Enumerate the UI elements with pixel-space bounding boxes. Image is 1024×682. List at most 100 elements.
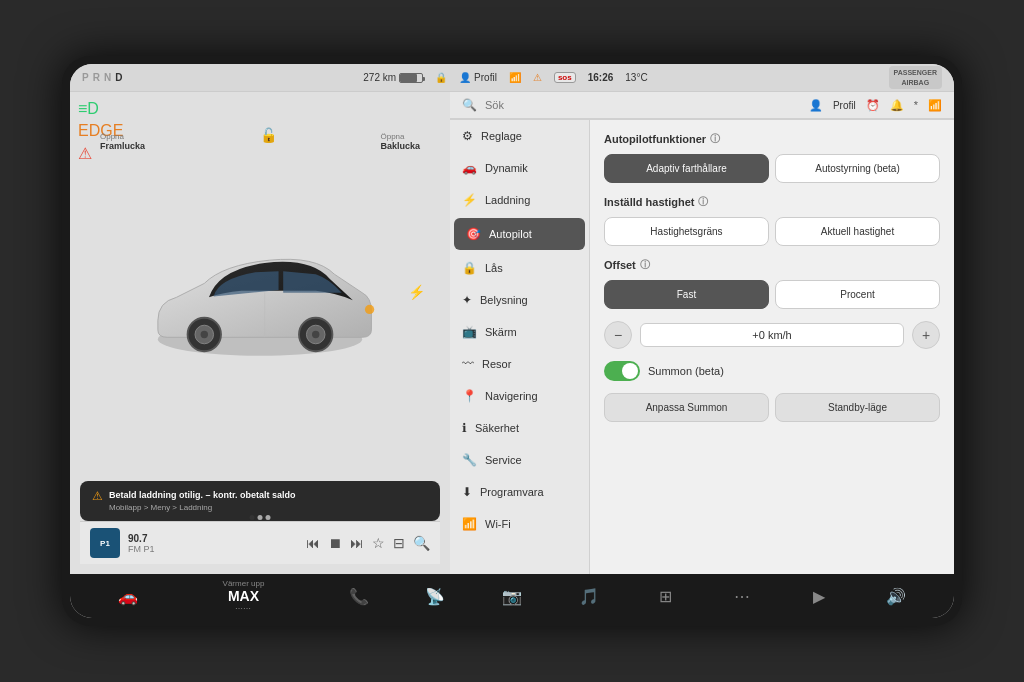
taskbar-play[interactable]: ▶	[781, 587, 858, 606]
standby-mode-button[interactable]: Standby-läge	[775, 393, 940, 422]
taskbar-dots[interactable]: ⋯	[704, 587, 781, 606]
favorite-button[interactable]: ☆	[372, 535, 385, 551]
laddning-icon: ⚡	[462, 193, 477, 207]
next-button[interactable]: ⏭	[350, 535, 364, 551]
autopilot-mode-group: Adaptiv farthållare Autostyrning (beta)	[604, 154, 940, 183]
autopilot-settings-content: Autopilotfunktioner ⓘ Adaptiv farthållar…	[590, 120, 954, 574]
profile-top-label[interactable]: Profil	[833, 100, 856, 111]
settings-container: 🔍 👤 Profil ⏰ 🔔 * 📶	[450, 92, 954, 574]
prev-button[interactable]: ⏮	[306, 535, 320, 551]
sakerhet-icon: ℹ	[462, 421, 467, 435]
lock-icon: 🔓	[260, 127, 277, 143]
status-right: PASSENGERAIRBAG	[889, 66, 942, 88]
offset-value: +0 km/h	[640, 323, 904, 347]
nav-item-wifi[interactable]: 📶 Wi-Fi	[450, 508, 589, 540]
nav-item-dynamik[interactable]: 🚗 Dynamik	[450, 152, 589, 184]
taskbar-phone[interactable]: 📞	[320, 587, 397, 606]
car-visual	[130, 222, 390, 382]
autopilot-info-icon[interactable]: ⓘ	[710, 132, 720, 146]
warning-icon: ⚠	[92, 489, 103, 503]
wifi-icon: 📶	[509, 72, 521, 83]
svg-point-6	[312, 330, 319, 337]
main-content: ≡D EDGE ⚠ Öppna Framlucka Öppna Baklucka…	[70, 92, 954, 574]
search-bar: 🔍 👤 Profil ⏰ 🔔 * 📶	[450, 92, 954, 119]
taskbar-music[interactable]: 🎵	[550, 587, 627, 606]
radio-logo: P1	[90, 528, 120, 558]
settings-body: ⚙ Reglage 🚗 Dynamik ⚡ Laddning	[450, 120, 954, 574]
status-bar: P R N D 272 km 🔒 👤 Profil 📶 ⚠ sos	[70, 64, 954, 92]
adaptive-cruise-button[interactable]: Adaptiv farthållare	[604, 154, 769, 183]
percent-offset-button[interactable]: Procent	[775, 280, 940, 309]
lock-status-icon: 🔒	[435, 72, 447, 83]
taskbar-grid[interactable]: ⊞	[627, 587, 704, 606]
media-info: 90.7 FM P1	[128, 533, 298, 554]
search-input[interactable]	[485, 99, 801, 111]
taskbar-car[interactable]: 🚗	[90, 587, 167, 606]
decrease-offset-button[interactable]: −	[604, 321, 632, 349]
nav-item-programvara[interactable]: ⬇ Programvara	[450, 476, 589, 508]
charge-icon: ⚡	[408, 284, 425, 300]
profile-button[interactable]: 👤 Profil	[459, 72, 497, 83]
nav-item-laddning[interactable]: ⚡ Laddning	[450, 184, 589, 216]
sos-badge[interactable]: sos	[554, 72, 576, 83]
nav-item-resor[interactable]: 〰 Resor	[450, 348, 589, 380]
summon-toggle[interactable]	[604, 361, 640, 381]
summon-toggle-row: Summon (beta)	[604, 361, 940, 381]
screen-inner: P R N D 272 km 🔒 👤 Profil 📶 ⚠ sos	[70, 64, 954, 618]
taskbar-volume[interactable]: 🔊	[857, 587, 934, 606]
svg-point-3	[201, 330, 208, 337]
status-center: 272 km 🔒 👤 Profil 📶 ⚠ sos 16:26 13°C	[130, 72, 880, 83]
summon-label: Summon (beta)	[648, 365, 724, 377]
nav-item-autopilot[interactable]: 🎯 Autopilot	[454, 218, 585, 250]
passenger-airbag-indicator: PASSENGERAIRBAG	[889, 66, 942, 88]
taskbar-climate[interactable]: Värmer upp MAX ⋯⋯	[167, 579, 320, 613]
las-icon: 🔒	[462, 261, 477, 275]
battery-indicator: 272 km	[363, 72, 423, 83]
wifi-top-icon: 📶	[928, 99, 942, 112]
dynamik-icon: 🚗	[462, 161, 477, 175]
speed-limit-button[interactable]: Hastighetsgräns	[604, 217, 769, 246]
left-turn-indicator: ≡D	[78, 100, 123, 118]
offset-info-icon[interactable]: ⓘ	[640, 258, 650, 272]
clock: 16:26	[588, 72, 614, 83]
taskbar-camera[interactable]: 📷	[474, 587, 551, 606]
programvara-icon: ⬇	[462, 485, 472, 499]
current-speed-button[interactable]: Aktuell hastighet	[775, 217, 940, 246]
warning-text: Betald laddning otilig. – kontr. obetalt…	[109, 489, 296, 513]
profile-top-icon: 👤	[809, 99, 823, 112]
speed-info-icon[interactable]: ⓘ	[698, 195, 708, 209]
increase-offset-button[interactable]: +	[912, 321, 940, 349]
front-door-label[interactable]: Öppna Framlucka	[100, 132, 145, 151]
nav-item-service[interactable]: 🔧 Service	[450, 444, 589, 476]
nav-item-sakerhet[interactable]: ℹ Säkerhet	[450, 412, 589, 444]
alert-icon: ⚠	[533, 72, 542, 83]
equalizer-button[interactable]: ⊟	[393, 535, 405, 551]
speed-mode-group: Hastighetsgräns Aktuell hastighet	[604, 217, 940, 246]
nav-item-belysning[interactable]: ✦ Belysning	[450, 284, 589, 316]
rear-door-label[interactable]: Öppna Baklucka	[380, 132, 420, 151]
offset-control: − +0 km/h +	[604, 321, 940, 349]
car-area: Öppna Framlucka Öppna Baklucka 🔓	[80, 122, 440, 481]
bell-icon: 🔔	[890, 99, 904, 112]
search-icon: 🔍	[462, 98, 477, 112]
customize-summon-button[interactable]: Anpassa Summon	[604, 393, 769, 422]
stop-button[interactable]: ⏹	[328, 535, 342, 551]
nav-item-reglage[interactable]: ⚙ Reglage	[450, 120, 589, 152]
autopilot-functions-title: Autopilotfunktioner ⓘ	[604, 132, 940, 146]
temperature: 13°C	[625, 72, 647, 83]
nav-item-skarm[interactable]: 📺 Skärm	[450, 316, 589, 348]
taskbar-wifi-task[interactable]: 📡	[397, 587, 474, 606]
fixed-offset-button[interactable]: Fast	[604, 280, 769, 309]
auto-steer-button[interactable]: Autostyrning (beta)	[775, 154, 940, 183]
prnd-selector[interactable]: P R N D	[82, 72, 122, 83]
right-panel: 🔍 👤 Profil ⏰ 🔔 * 📶	[450, 92, 954, 574]
nav-item-las[interactable]: 🔒 Lås	[450, 252, 589, 284]
nav-item-navigering[interactable]: 📍 Navigering	[450, 380, 589, 412]
alert-top-icon: ⏰	[866, 99, 880, 112]
screen-outer: P R N D 272 km 🔒 👤 Profil 📶 ⚠ sos	[62, 56, 962, 626]
bluetooth-icon: *	[914, 99, 918, 111]
media-player: P1 90.7 FM P1 ⏮ ⏹ ⏭ ☆ ⊟ 🔍	[80, 521, 440, 564]
offset-title: Offset ⓘ	[604, 258, 940, 272]
reglage-icon: ⚙	[462, 129, 473, 143]
search-media-button[interactable]: 🔍	[413, 535, 430, 551]
